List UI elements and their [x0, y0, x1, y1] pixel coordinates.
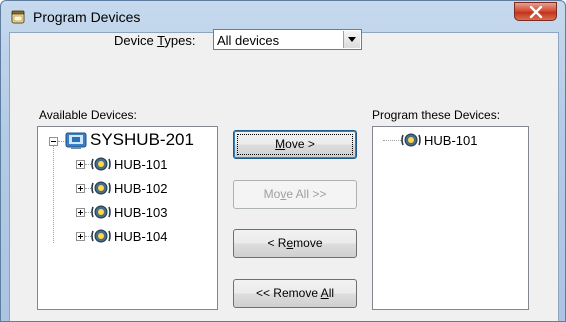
computer-icon: [65, 132, 87, 153]
hub-device-icon: [91, 203, 111, 224]
hub-device-icon: [91, 155, 111, 176]
move-all-button[interactable]: Move All >>: [233, 180, 357, 209]
window-title: Program Devices: [33, 9, 141, 25]
tree-item-label: HUB-103: [114, 205, 168, 220]
move-button[interactable]: Move >: [233, 130, 357, 159]
tree-item[interactable]: HUB-101: [38, 154, 208, 174]
expand-toggle[interactable]: [76, 160, 85, 169]
device-types-select[interactable]: All devices: [213, 29, 362, 50]
available-devices-tree[interactable]: SYSHUB-201 HUB-101 HUB-102 HUB-103 HUB-1…: [37, 126, 218, 310]
tree-item[interactable]: HUB-101: [373, 130, 523, 150]
dropdown-button[interactable]: [343, 31, 360, 48]
focus-rectangle: [237, 134, 353, 155]
title-bar[interactable]: Program Devices: [1, 1, 565, 32]
program-devices-tree[interactable]: HUB-101: [372, 126, 529, 310]
tree-connector: [383, 140, 401, 141]
available-devices-label: Available Devices:: [39, 108, 137, 122]
hub-device-icon: [91, 179, 111, 200]
tree-item-label: HUB-104: [114, 229, 168, 244]
tree-item[interactable]: HUB-102: [38, 178, 208, 198]
remove-all-button[interactable]: << Remove All: [233, 279, 357, 308]
close-icon: [529, 6, 543, 18]
remove-button[interactable]: < Remove: [233, 229, 357, 258]
tree-root-label[interactable]: SYSHUB-201: [90, 130, 194, 150]
expand-toggle[interactable]: [76, 208, 85, 217]
collapse-toggle[interactable]: [49, 137, 58, 146]
hub-device-icon: [401, 131, 421, 152]
close-button[interactable]: [514, 2, 557, 21]
device-types-label: Device Types:: [114, 33, 196, 48]
tree-item-label: HUB-101: [114, 157, 168, 172]
program-devices-label: Program these Devices:: [372, 108, 501, 122]
tree-item[interactable]: HUB-104: [38, 226, 208, 246]
expand-toggle[interactable]: [76, 184, 85, 193]
tree-item-label: HUB-102: [114, 181, 168, 196]
device-types-value: All devices: [217, 33, 280, 48]
hub-device-icon: [91, 227, 111, 248]
tree-item[interactable]: HUB-103: [38, 202, 208, 222]
expand-toggle[interactable]: [76, 232, 85, 241]
chevron-down-icon: [348, 37, 356, 42]
device-app-icon: [10, 9, 26, 25]
tree-item-label: HUB-101: [424, 133, 478, 148]
